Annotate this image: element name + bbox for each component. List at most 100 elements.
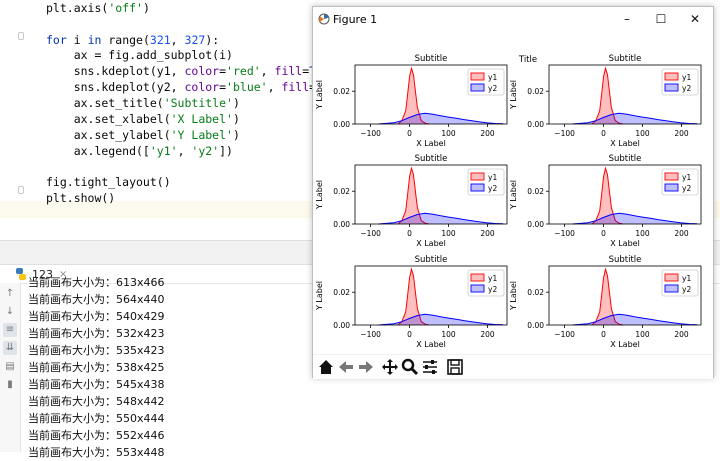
code-line[interactable]: plt.axis('off') xyxy=(46,0,150,17)
legend-label: y2 xyxy=(682,184,691,193)
run-tool-strip: ↑ ↓ ≡ ⇊ ▤ ▮ xyxy=(0,283,21,452)
close-button[interactable]: ✕ xyxy=(687,11,703,27)
code-token: ]) xyxy=(219,144,233,158)
code-line[interactable]: plt.show() xyxy=(46,190,115,207)
code-token: ax.set_xlabel( xyxy=(46,112,171,126)
legend-swatch-y2 xyxy=(664,284,679,293)
minimize-button[interactable]: – xyxy=(619,11,635,27)
code-token: 'blue' xyxy=(226,80,268,94)
figure-titlebar[interactable]: Figure 1 – ☐ ✕ xyxy=(313,7,713,33)
code-token: , xyxy=(267,80,282,94)
trash-icon[interactable]: ▮ xyxy=(3,378,17,392)
console-line: 当前画布大小为：550x444 xyxy=(28,412,165,425)
console-line: 当前画布大小为：532x423 xyxy=(28,327,165,340)
code-token: color xyxy=(184,64,220,78)
code-line[interactable]: sns.kdeplot(y2, color='blue', fill=True) xyxy=(46,79,351,96)
save-icon[interactable] xyxy=(446,358,464,376)
code-token: sns.kdeplot(y2, xyxy=(46,80,185,94)
x-tick-label: 200 xyxy=(674,229,689,238)
code-line[interactable]: ax.legend(['y1', 'y2']) xyxy=(46,143,233,160)
soft-wrap-icon[interactable]: ≡ xyxy=(3,323,17,337)
code-token: 'Y Label' xyxy=(170,128,233,142)
code-line[interactable]: ax.set_ylabel('Y Label') xyxy=(46,127,240,144)
console-line: 当前画布大小为：538x425 xyxy=(28,361,165,374)
y-axis-label: Y Label xyxy=(509,80,518,110)
legend-swatch-y1 xyxy=(470,172,485,181)
legend-label: y1 xyxy=(488,274,497,283)
code-token: 'y1' xyxy=(149,144,178,158)
x-tick-label: 200 xyxy=(480,229,495,238)
code-line[interactable]: ax.set_xlabel('X Label') xyxy=(46,111,240,128)
console-line: 当前画布大小为：552x446 xyxy=(28,429,165,442)
subplot-title: Subtitle xyxy=(609,54,642,64)
x-tick-label: 200 xyxy=(674,330,689,339)
code-line[interactable]: sns.kdeplot(y1, color='red', fill=True) xyxy=(46,63,344,80)
y-tick-label: 0.02 xyxy=(333,288,350,297)
code-token: ) xyxy=(232,112,240,126)
legend-label: y1 xyxy=(488,73,497,82)
zoom-icon[interactable] xyxy=(401,358,419,376)
y-tick-label: 0.00 xyxy=(333,321,350,330)
fold-marker-icon[interactable] xyxy=(18,186,24,194)
code-token: ax.set_ylabel( xyxy=(46,128,171,142)
code-token: ) xyxy=(142,1,150,15)
configure-subplots-icon[interactable] xyxy=(421,358,439,376)
console-line: 当前画布大小为：548x442 xyxy=(28,395,165,408)
x-tick-label: −100 xyxy=(554,330,575,339)
code-token: ax = fig.add_subplot(i) xyxy=(46,48,233,62)
console-line: 当前画布大小为：535x423 xyxy=(28,344,165,357)
arrow-up-icon[interactable]: ↑ xyxy=(3,287,17,301)
legend-swatch-y1 xyxy=(664,172,679,181)
x-tick-label: −100 xyxy=(360,330,381,339)
code-token: in xyxy=(87,33,102,47)
console-line: 当前画布大小为：564x440 xyxy=(28,293,165,306)
code-line[interactable]: ax.set_title('Subtitle') xyxy=(46,95,240,112)
legend-label: y1 xyxy=(488,173,497,182)
forward-arrow-icon[interactable] xyxy=(357,358,375,376)
pan-icon[interactable] xyxy=(381,358,399,376)
subplot-title: Subtitle xyxy=(609,154,642,164)
fold-marker-icon[interactable] xyxy=(18,32,24,40)
code-token: , xyxy=(260,64,275,78)
legend-swatch-y1 xyxy=(664,273,679,282)
x-tick-label: 0 xyxy=(407,330,412,339)
code-token: = xyxy=(219,80,227,94)
home-icon[interactable] xyxy=(317,358,335,376)
code-token: ax.set_title( xyxy=(46,96,164,110)
code-line[interactable]: ax = fig.add_subplot(i) xyxy=(46,47,233,64)
console-output[interactable]: 当前画布大小为：613x466 当前画布大小为：564x440 当前画布大小为：54… xyxy=(28,274,328,459)
x-tick-label: 100 xyxy=(635,330,650,339)
code-token: plt.show() xyxy=(46,191,116,205)
subplot-title: Subtitle xyxy=(415,255,448,265)
y-tick-label: 0.02 xyxy=(333,87,350,96)
legend-swatch-y1 xyxy=(664,72,679,81)
x-tick-label: 0 xyxy=(601,129,606,138)
x-axis-label: X Label xyxy=(610,239,640,248)
print-icon[interactable]: ▤ xyxy=(3,360,17,374)
y-axis-label: Y Label xyxy=(315,180,324,210)
code-line[interactable]: fig.tight_layout() xyxy=(46,174,171,191)
maximize-button[interactable]: ☐ xyxy=(653,11,669,27)
subplot-title: Subtitle xyxy=(415,154,448,164)
y-axis-label: Y Label xyxy=(315,80,324,110)
x-tick-label: 200 xyxy=(480,129,495,138)
x-tick-label: 0 xyxy=(407,229,412,238)
x-tick-label: 0 xyxy=(407,129,412,138)
figure-window: Figure 1 – ☐ ✕ Title Subtitle −100 0 100 200 0… xyxy=(312,6,714,379)
code-token: for xyxy=(46,33,67,47)
back-arrow-icon[interactable] xyxy=(337,358,355,376)
y-tick-label: 0.00 xyxy=(527,321,544,330)
figure-canvas[interactable]: Title Subtitle −100 0 100 200 0.00 0.02 X Label Y… xyxy=(314,33,712,353)
y-tick-label: 0.02 xyxy=(527,187,544,196)
code-token: color xyxy=(184,80,220,94)
x-axis-label: X Label xyxy=(416,340,446,349)
code-token: ) xyxy=(232,96,240,110)
arrow-down-icon[interactable]: ↓ xyxy=(3,305,17,319)
x-tick-label: 0 xyxy=(601,330,606,339)
console-line: 当前画布大小为：553x448 xyxy=(28,446,165,459)
code-token: ax.legend([ xyxy=(46,144,150,158)
scroll-to-end-icon[interactable]: ⇊ xyxy=(3,341,17,355)
legend-label: y2 xyxy=(488,285,497,294)
legend-swatch-y2 xyxy=(664,183,679,192)
code-token: fill xyxy=(281,80,310,94)
